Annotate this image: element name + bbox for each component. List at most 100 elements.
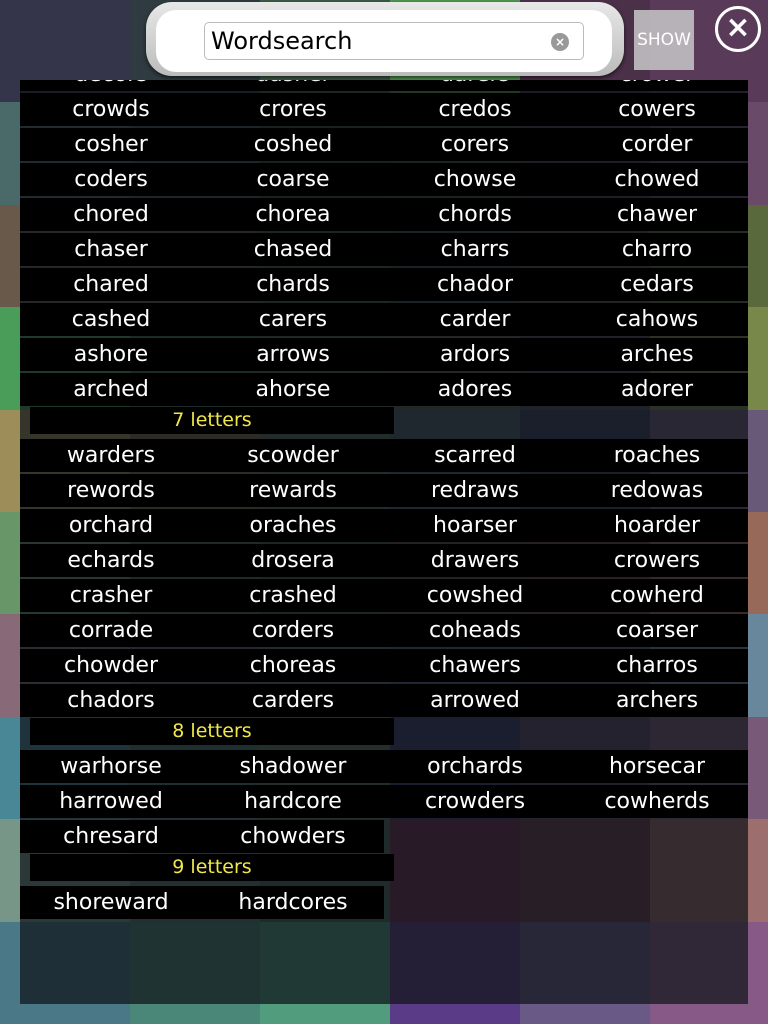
word-cell[interactable]: crasher [20, 579, 202, 612]
word-cell[interactable]: coders [20, 163, 202, 196]
word-cell[interactable]: choreas [202, 649, 384, 682]
word-cell[interactable]: corder [566, 128, 748, 161]
search-input[interactable]: Wordsearch × [204, 22, 584, 60]
word-cell[interactable]: coheads [384, 614, 566, 647]
word-cell[interactable]: carers [202, 303, 384, 336]
word-cell[interactable]: chawer [566, 198, 748, 231]
word-cell[interactable]: drosera [202, 544, 384, 577]
word-cell[interactable]: ahorse [202, 373, 384, 406]
word-cell[interactable]: archers [566, 684, 748, 717]
word-cell[interactable]: cashed [20, 303, 202, 336]
search-bar: Wordsearch × [146, 2, 624, 76]
word-cell[interactable]: darers [384, 80, 566, 91]
word-cell[interactable]: hoarser [384, 509, 566, 542]
word-cell[interactable]: dasher [202, 80, 384, 91]
word-cell[interactable]: drawers [384, 544, 566, 577]
word-row: rewords rewards redraws redowas [20, 474, 748, 507]
word-cell[interactable]: arrowed [384, 684, 566, 717]
word-cell[interactable]: corders [202, 614, 384, 647]
word-cell[interactable]: ardors [384, 338, 566, 371]
word-cell[interactable]: scarred [384, 439, 566, 472]
word-cell[interactable]: horsecar [566, 750, 748, 783]
word-cell[interactable]: oraches [202, 509, 384, 542]
word-row: chadors carders arrowed archers [20, 684, 748, 717]
word-cell[interactable]: cowers [566, 93, 748, 126]
word-cell[interactable]: warders [20, 439, 202, 472]
word-cell[interactable]: hardcore [202, 785, 384, 818]
close-icon[interactable]: × [715, 6, 761, 52]
word-cell[interactable]: crores [202, 93, 384, 126]
word-cell[interactable]: crowers [566, 544, 748, 577]
word-cell[interactable]: cowherd [566, 579, 748, 612]
word-cell[interactable]: harrowed [20, 785, 202, 818]
word-cell[interactable]: scowder [202, 439, 384, 472]
word-cell[interactable]: coarse [202, 163, 384, 196]
word-cell[interactable]: chorea [202, 198, 384, 231]
word-cell[interactable]: hardcores [202, 886, 384, 919]
word-cell[interactable]: echards [20, 544, 202, 577]
word-row: shoreward hardcores [20, 886, 384, 919]
word-cell[interactable]: carders [202, 684, 384, 717]
word-cell[interactable]: chawers [384, 649, 566, 682]
word-cell[interactable]: chared [20, 268, 202, 301]
word-cell[interactable]: chowder [20, 649, 202, 682]
word-cell[interactable]: chowders [202, 820, 384, 853]
clear-search-icon[interactable]: × [551, 33, 569, 51]
word-row: chared chards chador cedars [20, 268, 748, 301]
word-cell[interactable]: redraws [384, 474, 566, 507]
word-row: orchard oraches hoarser hoarder [20, 509, 748, 542]
word-list[interactable]: decorsdasherdarerscrower crowdscrorescred… [20, 80, 748, 1004]
word-cell[interactable]: chowed [566, 163, 748, 196]
word-cell[interactable]: warhorse [20, 750, 202, 783]
word-cell[interactable]: charros [566, 649, 748, 682]
word-cell[interactable]: chaser [20, 233, 202, 266]
word-cell[interactable]: credos [384, 93, 566, 126]
word-cell[interactable]: chador [384, 268, 566, 301]
word-cell[interactable]: charro [566, 233, 748, 266]
word-cell[interactable]: coarser [566, 614, 748, 647]
word-cell[interactable]: roaches [566, 439, 748, 472]
word-cell[interactable]: rewards [202, 474, 384, 507]
word-cell[interactable]: arches [566, 338, 748, 371]
word-cell[interactable]: decors [20, 80, 202, 91]
word-cell[interactable]: shoreward [20, 886, 202, 919]
word-cell[interactable]: corers [384, 128, 566, 161]
word-cell[interactable]: arrows [202, 338, 384, 371]
word-cell[interactable]: cahows [566, 303, 748, 336]
word-cell[interactable]: chadors [20, 684, 202, 717]
word-row: ashore arrows ardors arches [20, 338, 748, 371]
word-cell[interactable]: cowshed [384, 579, 566, 612]
word-row: chresard chowders [20, 820, 384, 853]
word-cell[interactable]: chresard [20, 820, 202, 853]
word-cell[interactable]: crowds [20, 93, 202, 126]
word-row: arched ahorse adores adorer [20, 373, 748, 406]
word-cell[interactable]: crowders [384, 785, 566, 818]
word-cell[interactable]: crower [566, 80, 748, 91]
word-cell[interactable]: chards [202, 268, 384, 301]
word-row: cashed carers carder cahows [20, 303, 748, 336]
word-cell[interactable]: chords [384, 198, 566, 231]
word-cell[interactable]: chored [20, 198, 202, 231]
word-cell[interactable]: shadower [202, 750, 384, 783]
word-cell[interactable]: corrade [20, 614, 202, 647]
word-cell[interactable]: chased [202, 233, 384, 266]
word-cell[interactable]: orchard [20, 509, 202, 542]
word-cell[interactable]: cedars [566, 268, 748, 301]
word-cell[interactable]: redowas [566, 474, 748, 507]
word-cell[interactable]: cowherds [566, 785, 748, 818]
word-cell[interactable]: crashed [202, 579, 384, 612]
word-cell[interactable]: adores [384, 373, 566, 406]
word-cell[interactable]: orchards [384, 750, 566, 783]
word-row: chaser chased charrs charro [20, 233, 748, 266]
word-cell[interactable]: ashore [20, 338, 202, 371]
word-cell[interactable]: charrs [384, 233, 566, 266]
word-cell[interactable]: rewords [20, 474, 202, 507]
word-cell[interactable]: cosher [20, 128, 202, 161]
word-cell[interactable]: hoarder [566, 509, 748, 542]
word-cell[interactable]: arched [20, 373, 202, 406]
word-cell[interactable]: adorer [566, 373, 748, 406]
word-cell[interactable]: carder [384, 303, 566, 336]
show-button[interactable]: SHOW [634, 10, 694, 70]
word-cell[interactable]: chowse [384, 163, 566, 196]
word-cell[interactable]: coshed [202, 128, 384, 161]
